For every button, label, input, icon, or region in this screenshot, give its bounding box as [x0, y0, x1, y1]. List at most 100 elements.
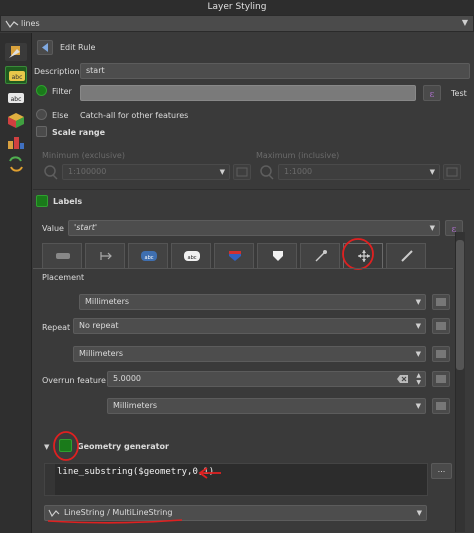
- overrun-label: Overrun feature: [42, 376, 106, 385]
- svg-text:abc: abc: [188, 255, 197, 261]
- value-label: Value: [42, 224, 64, 233]
- scale-min-label: Minimum (exclusive): [42, 151, 125, 160]
- scale-range-checkbox[interactable]: [36, 126, 47, 137]
- scale-range-label: Scale range: [52, 128, 106, 137]
- masks-tab-icon[interactable]: abc: [5, 89, 27, 107]
- else-label: Else: [52, 111, 69, 120]
- window-title: Layer Styling: [0, 0, 474, 15]
- expression-icon[interactable]: ε: [423, 85, 441, 101]
- tab-callouts[interactable]: [300, 243, 340, 268]
- buffer-tab-icon: abc: [141, 251, 157, 261]
- data-defined-override-icon[interactable]: [432, 346, 450, 362]
- divider: [33, 189, 470, 190]
- filter-input[interactable]: [80, 85, 416, 101]
- editor-gutter: [45, 464, 55, 495]
- label-value-select[interactable]: 'start' ▼: [68, 220, 440, 236]
- geometry-type-value: LineString / MultiLineString: [64, 508, 173, 517]
- overrun-spinbox[interactable]: 5.0000 ▲ ▼: [107, 371, 426, 387]
- chevron-down-icon: ▼: [415, 350, 421, 358]
- chevron-down-icon: ▼: [429, 224, 435, 232]
- scrollbar-thumb[interactable]: [456, 240, 464, 370]
- scale-max-label: Maximum (inclusive): [256, 151, 340, 160]
- back-button[interactable]: [37, 40, 53, 55]
- mask-tab-icon: abc: [184, 251, 200, 261]
- expression-builder-button[interactable]: ...: [431, 463, 452, 479]
- repeat-select[interactable]: No repeat ▼: [73, 318, 426, 334]
- geometry-generator-title: Geometry generator: [77, 442, 169, 451]
- expression-editor[interactable]: line_substring($geometry,0,1): [44, 463, 428, 496]
- styling-toolbar: abc abc: [0, 33, 32, 533]
- spin-arrows-icon[interactable]: ▲ ▼: [416, 372, 421, 386]
- repeat-value: No repeat: [79, 321, 119, 330]
- red-annotation-circle: [53, 431, 79, 461]
- tab-buffer[interactable]: abc: [128, 243, 168, 268]
- rendering-tab-icon: [401, 250, 413, 262]
- description-input[interactable]: start: [80, 63, 470, 79]
- repeat-unit-select[interactable]: Millimeters ▼: [73, 346, 426, 362]
- chevron-down-icon: ▼: [415, 322, 421, 330]
- scale-max-value: 1:1000: [284, 167, 313, 176]
- placement-unit-select[interactable]: Millimeters ▼: [79, 294, 426, 310]
- chevron-down-icon: ▼: [429, 168, 435, 176]
- labels-tab-icon[interactable]: abc: [5, 66, 27, 84]
- collapse-arrow-icon[interactable]: ▼: [44, 443, 49, 451]
- scale-min-select[interactable]: 1:100000 ▼: [62, 164, 230, 180]
- shadow-tab-icon: [273, 251, 283, 261]
- edit-rule-title: Edit Rule: [60, 43, 96, 52]
- svg-text:ε: ε: [430, 90, 435, 100]
- filter-radio[interactable]: [36, 85, 47, 96]
- filter-label: Filter: [52, 87, 72, 96]
- tab-mask[interactable]: abc: [171, 243, 211, 268]
- overrun-unit-select[interactable]: Millimeters ▼: [107, 398, 426, 414]
- svg-text:abc: abc: [12, 74, 23, 81]
- else-radio[interactable]: [36, 109, 47, 120]
- description-label: Description: [34, 67, 80, 76]
- red-annotation-underline: [47, 519, 183, 524]
- overrun-unit-value: Millimeters: [113, 401, 158, 410]
- repeat-unit-value: Millimeters: [79, 349, 124, 358]
- chevron-down-icon: ▼: [461, 18, 468, 27]
- repeat-label: Repeat: [42, 323, 71, 332]
- zoom-out-icon: [44, 165, 58, 180]
- background-tab-icon: [229, 251, 241, 261]
- zoom-in-icon: [260, 165, 274, 180]
- placement-label: Placement: [42, 273, 85, 282]
- tab-rendering[interactable]: [386, 243, 426, 268]
- overrun-value: 5.0000: [113, 374, 141, 383]
- data-defined-override-icon[interactable]: [432, 398, 450, 414]
- 3d-view-tab-icon[interactable]: [5, 111, 27, 129]
- chevron-down-icon: ▼: [219, 168, 225, 176]
- red-annotation-circle: [342, 238, 374, 270]
- clear-icon[interactable]: [397, 374, 409, 384]
- tab-formatting[interactable]: [85, 243, 125, 268]
- data-defined-override-icon[interactable]: [432, 294, 450, 310]
- text-tab-icon: [56, 253, 70, 259]
- red-annotation-arrow: [198, 467, 221, 479]
- scale-max-select[interactable]: 1:1000 ▼: [278, 164, 440, 180]
- svg-text:abc: abc: [11, 96, 22, 103]
- else-hint: Catch-all for other features: [80, 111, 189, 120]
- layer-selector[interactable]: lines ▼: [0, 15, 474, 32]
- labels-checkbox[interactable]: [36, 195, 48, 207]
- tab-divider: [33, 268, 453, 269]
- data-defined-override-icon[interactable]: [432, 371, 450, 387]
- history-tab-icon[interactable]: [5, 155, 27, 173]
- svg-text:abc: abc: [145, 255, 154, 261]
- tab-background[interactable]: [214, 243, 254, 268]
- placement-unit-value: Millimeters: [85, 297, 130, 306]
- test-button[interactable]: Test: [451, 89, 467, 98]
- diagram-tab-icon[interactable]: [5, 133, 27, 151]
- data-defined-override-icon[interactable]: [432, 318, 450, 334]
- tab-shadow[interactable]: [257, 243, 297, 268]
- set-max-current-scale-button[interactable]: [443, 164, 461, 180]
- label-value-text: 'start': [74, 223, 98, 232]
- symbology-tab-icon[interactable]: [5, 43, 27, 61]
- chevron-down-icon: ▼: [415, 402, 421, 410]
- chevron-down-icon: ▼: [416, 509, 422, 517]
- labels-title: Labels: [53, 197, 83, 206]
- layer-selector-value: lines: [21, 19, 40, 28]
- tab-text[interactable]: [42, 243, 82, 268]
- expression-text: line_substring($geometry,0,1): [57, 467, 215, 477]
- line-layer-icon: [5, 20, 19, 29]
- set-min-current-scale-button[interactable]: [233, 164, 251, 180]
